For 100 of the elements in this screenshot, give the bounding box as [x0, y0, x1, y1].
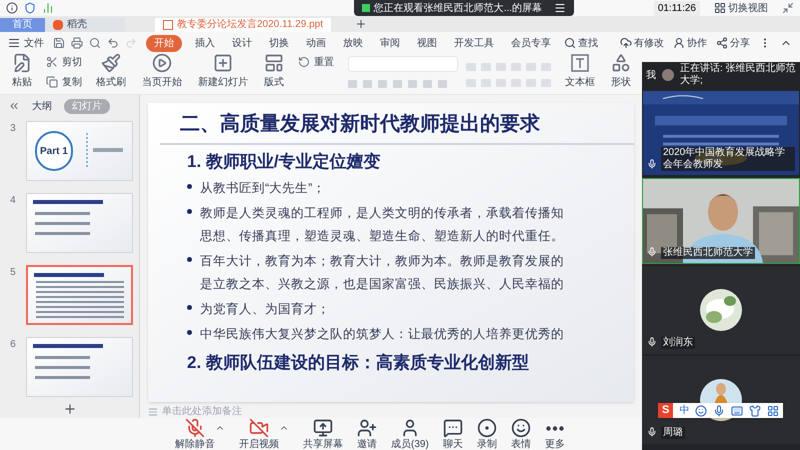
meeting-control[interactable]: 成员(39)	[391, 418, 429, 450]
toolbar-action[interactable]: 协作	[673, 36, 707, 50]
participant-tile[interactable]: 张维民西北师范大学	[642, 178, 800, 264]
toolbox-icon[interactable]	[767, 404, 780, 416]
copy-icon	[46, 76, 58, 88]
muted-microphone-icon	[185, 418, 205, 438]
menu-icon[interactable]	[554, 2, 566, 14]
participant-name: 张维民西北师范大学	[661, 247, 755, 259]
shield-icon[interactable]	[24, 2, 36, 14]
preview-icon[interactable]	[89, 37, 101, 49]
meeting-control[interactable]: 更多	[544, 418, 565, 450]
share-icon	[716, 37, 728, 49]
document-tab[interactable]: 稻壳	[45, 18, 125, 32]
part-badge: Part 1	[34, 131, 73, 171]
save-icon[interactable]	[53, 37, 65, 49]
toolbar-action[interactable]: 分享	[716, 36, 750, 50]
ribbon-button[interactable]: 版式	[260, 53, 288, 90]
input-mode[interactable]: 中	[679, 406, 690, 416]
collapse-icon[interactable]	[8, 100, 20, 112]
ribbon-tab[interactable]: 切换	[265, 36, 293, 50]
ribbon-button[interactable]: 重置	[296, 54, 336, 70]
ribbon-tab[interactable]: 动画	[302, 36, 330, 50]
camera-off-icon	[249, 418, 269, 438]
slide-title: 二、高质量发展对新时代教师提出的要求	[160, 109, 634, 145]
scissors-icon	[46, 56, 58, 68]
slide-heading: 1. 教师职业/专业定位嬗变	[187, 151, 381, 173]
bullet-text: 教师是人类灵魂的工程师，是人类文明的传承者，承载着传播知 思想、传播真理，塑造灵魂、塑造生命、塑造新人的时代重任。	[200, 204, 564, 244]
info-icon[interactable]	[6, 2, 18, 14]
printer-icon[interactable]	[71, 37, 83, 49]
store-icon	[53, 20, 63, 30]
switch-view-button[interactable]: 切换视图	[714, 0, 768, 16]
slide-number: 6	[10, 338, 16, 352]
keyboard-icon[interactable]	[731, 404, 744, 416]
meeting-control[interactable]: 邀请	[357, 418, 377, 450]
ribbon-tab[interactable]: 会员专享	[507, 36, 555, 50]
ribbon-button[interactable]: 粘贴	[8, 53, 36, 90]
view-icon	[714, 2, 726, 14]
participant-name: 刘润东	[661, 337, 695, 349]
layout-icon	[264, 53, 284, 73]
ribbon-button[interactable]: 新建幻灯片	[194, 53, 252, 90]
signal-icon	[42, 2, 54, 14]
ribbon-tab[interactable]: 放映	[339, 36, 367, 50]
new-tab-icon[interactable]	[355, 18, 367, 30]
ribbon-tab[interactable]: 开发工具	[450, 36, 498, 50]
ribbon-button[interactable]: 剪切	[44, 54, 84, 70]
slides-file-icon	[163, 20, 173, 30]
textbox-icon	[570, 53, 590, 73]
ribbon-button[interactable]: 复制	[44, 74, 84, 90]
ribbon-tab[interactable]: 插入	[191, 36, 219, 50]
ribbon-button[interactable]: 当页开始	[138, 53, 186, 90]
undo-icon[interactable]	[107, 37, 119, 49]
file-menu[interactable]: 文件	[8, 36, 44, 50]
meeting-control[interactable]: 解除静音	[175, 418, 215, 450]
bullet-text: 为党育人、为国育才；	[200, 300, 330, 318]
ribbon-tab[interactable]: 视图	[413, 36, 441, 50]
add-slide-icon[interactable]	[62, 402, 76, 416]
menu-icon	[8, 37, 20, 49]
toolbar-action[interactable]: 有修改	[620, 36, 664, 50]
voice-input-icon[interactable]	[713, 404, 726, 416]
skin-icon[interactable]	[749, 404, 762, 416]
speaking-status: 正在讲话: 张维民西北师范大学;	[680, 63, 796, 87]
ribbon-button[interactable]: 形状	[607, 53, 635, 90]
microphone-icon	[647, 247, 657, 257]
bullet-text: 中华民族伟大复兴梦之队的筑梦人：让最优秀的人培养更优秀的	[200, 326, 564, 342]
invite-icon	[357, 418, 377, 438]
record-icon	[476, 418, 497, 438]
self-avatar	[662, 69, 674, 81]
participant-tile[interactable]: 刘润东	[642, 266, 800, 354]
exit-fullscreen-icon[interactable]	[782, 2, 794, 14]
slide-thumbnail[interactable]: Part 1	[26, 121, 133, 181]
ribbon-tab[interactable]: 审阅	[376, 36, 404, 50]
emoji-icon[interactable]	[695, 404, 708, 416]
bullet-text: 从教书匠到“大先生”；	[200, 180, 326, 196]
microphone-icon	[647, 159, 657, 169]
ribbon-button[interactable]: 格式刷	[92, 53, 130, 90]
document-tab[interactable]: 教专委分论坛发言2020.11.29.ppt	[155, 18, 331, 32]
meeting-control[interactable]: 录制	[476, 418, 497, 450]
meeting-control[interactable]: 开启视频	[239, 418, 279, 450]
screen-share-icon	[313, 418, 333, 438]
ribbon-button[interactable]: 文本框	[561, 53, 599, 90]
slide-number: 4	[10, 194, 16, 208]
microphone-icon	[647, 337, 657, 347]
bullet-icon	[187, 184, 192, 188]
slide-number: 5	[10, 266, 16, 280]
meeting-control[interactable]: 共享屏幕	[303, 418, 343, 450]
slide-thumbnail[interactable]	[26, 265, 133, 325]
meeting-timer: 01:11:26	[654, 0, 700, 16]
meeting-control[interactable]: 表情	[510, 418, 531, 450]
meeting-control[interactable]: 聊天	[442, 418, 463, 450]
paintbrush-icon	[101, 53, 121, 73]
self-label: 我	[646, 68, 656, 82]
bullet-text: 百年大计，教育为本；教育大计，教师为本。教师是教育发展的 是立教之本、兴教之源，也是国家富强、民族振兴、人民幸福的	[200, 252, 564, 292]
search-button[interactable]: 查找	[564, 36, 598, 50]
panel-tab[interactable]: 大纲	[32, 98, 52, 114]
participant-tile[interactable]: 2020年中国教育发展战略学会年会教师发	[642, 90, 800, 176]
font-field[interactable]	[348, 56, 458, 72]
input-method-logo: S	[658, 403, 674, 418]
more-icon	[546, 426, 564, 430]
ribbon-tab[interactable]: 设计	[228, 36, 256, 50]
new-slide-icon	[213, 53, 233, 73]
